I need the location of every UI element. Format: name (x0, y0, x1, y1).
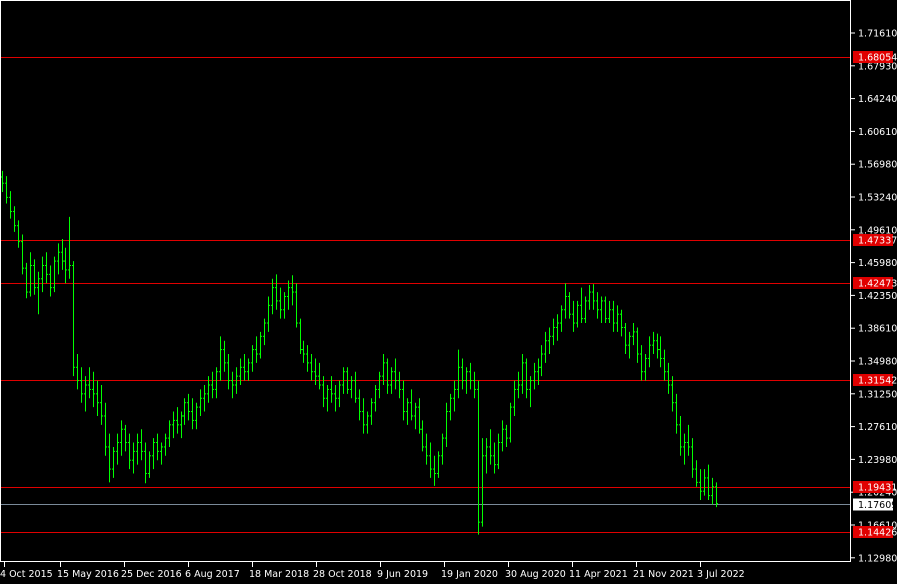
time-axis: 4 Oct 2015 15 May 2016 25 Dec 2016 6 Aug 20… (0, 562, 745, 580)
price-tick-label: 1.31250 (858, 389, 897, 400)
time-tick-label: 6 Aug 2017 (185, 569, 240, 580)
price-tick-label: 1.38610 (858, 324, 897, 335)
level-tag-label: 1.68054 (858, 53, 897, 64)
price-tick-label: 1.64240 (858, 94, 897, 105)
time-tick-label: 19 Jan 2020 (441, 569, 498, 580)
time-tick-label: 21 Nov 2021 (633, 569, 694, 580)
time-tick-label: 9 Jun 2019 (377, 569, 428, 580)
price-tick-label: 1.23980 (858, 455, 897, 466)
price-tick-label: 1.45980 (858, 258, 897, 269)
time-tick-label: 30 Aug 2020 (505, 569, 566, 580)
time-tick-label: 11 Apr 2021 (569, 569, 628, 580)
time-tick-label: 15 May 2016 (57, 569, 119, 580)
price-tick-label: 1.60610 (858, 127, 897, 138)
time-tick-label: 3 Jul 2022 (697, 569, 745, 580)
time-tick-label: 4 Oct 2015 (0, 569, 53, 580)
level-tag-label: 1.14426 (858, 528, 897, 539)
price-tick-label: 1.34980 (858, 357, 897, 368)
price-tick-label: 1.27610 (858, 422, 897, 433)
horizontal-levels (0, 57, 851, 533)
time-tick-label: 18 Mar 2018 (249, 569, 309, 580)
level-tag-label: 1.47337 (858, 236, 897, 247)
ohlc-bars (1, 170, 718, 535)
level-tag-label: 1.31542 (858, 376, 897, 387)
current-price-tag-group: 1.17609 (853, 498, 897, 511)
price-tick-label: 1.42350 (858, 291, 897, 302)
price-chart[interactable]: 1.716101.679301.642401.606101.569801.532… (0, 0, 897, 584)
chart-window[interactable]: 1.71610 1.67930 1.64240 1.60610 1.56980 1.532… (0, 0, 897, 584)
time-tick-label: 25 Dec 2016 (121, 569, 182, 580)
price-tick-label: 1.53240 (858, 193, 897, 204)
price-tick-label: 1.71610 (858, 29, 897, 40)
price-tick-label: 1.56980 (858, 160, 897, 171)
level-tag-label: 1.19431 (858, 483, 897, 494)
plot-frame (0, 0, 851, 562)
time-tick-label: 28 Oct 2018 (313, 569, 372, 580)
current-price-tag-label: 1.17609 (858, 500, 897, 511)
level-tag-label: 1.42473 (858, 279, 897, 290)
price-tick-label: 1.12980 (858, 553, 897, 564)
